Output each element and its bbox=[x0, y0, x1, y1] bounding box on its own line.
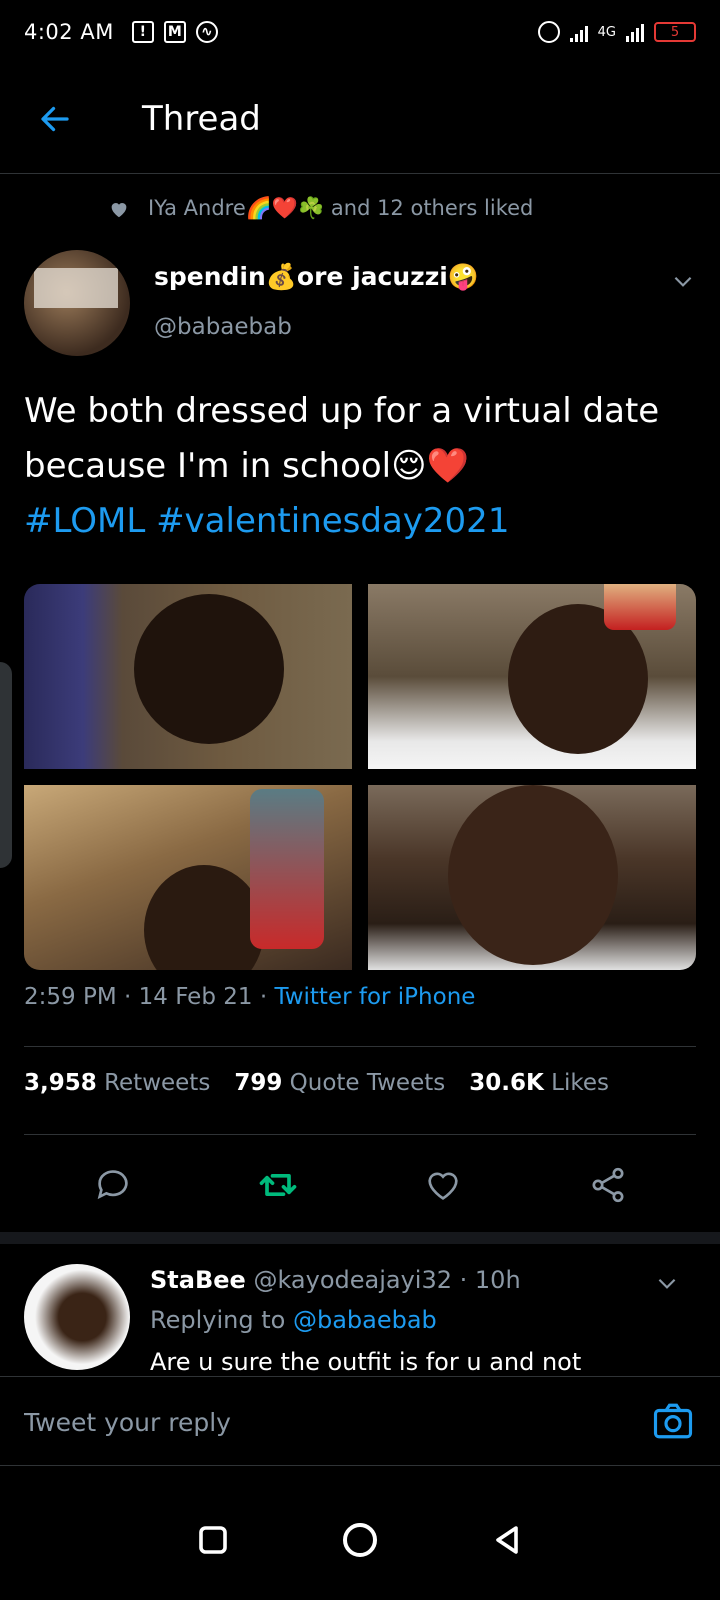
retweet-icon bbox=[259, 1174, 296, 1196]
retweet-button[interactable] bbox=[248, 1155, 308, 1215]
photo-2[interactable] bbox=[368, 584, 696, 769]
section-separator bbox=[0, 1232, 720, 1244]
likes-stat[interactable]: 30.6K Likes bbox=[469, 1070, 609, 1096]
liked-by-row[interactable]: IYa Andre🌈❤️☘️ and 12 others liked bbox=[108, 196, 533, 221]
tweet-stats: 3,958 Retweets 799 Quote Tweets 30.6K Li… bbox=[24, 1070, 609, 1096]
share-icon bbox=[592, 1167, 623, 1203]
retweets-stat[interactable]: 3,958 Retweets bbox=[24, 1070, 210, 1096]
battery-icon: 5 bbox=[654, 22, 696, 42]
network-type: 4G bbox=[597, 24, 616, 40]
tweet-meta: 2:59 PM · 14 Feb 21 · Twitter for iPhone bbox=[24, 984, 476, 1010]
reply-button[interactable] bbox=[83, 1155, 143, 1215]
home-button[interactable] bbox=[340, 1520, 380, 1560]
avatar[interactable] bbox=[24, 250, 130, 356]
liked-by-text: IYa Andre🌈❤️☘️ and 12 others liked bbox=[148, 196, 534, 220]
like-button[interactable] bbox=[413, 1155, 473, 1215]
tweet-date: 14 Feb 21 bbox=[138, 984, 253, 1010]
tweet-source[interactable]: Twitter for iPhone bbox=[274, 984, 475, 1010]
share-button[interactable] bbox=[578, 1155, 638, 1215]
back-button[interactable] bbox=[0, 64, 110, 174]
mail-icon: M bbox=[163, 21, 186, 43]
chevron-down-icon[interactable] bbox=[654, 1270, 680, 1296]
divider bbox=[24, 1046, 696, 1047]
replying-to: Replying to @babaebab bbox=[150, 1306, 437, 1334]
reply-text: Are u sure the outfit is for u and not bbox=[150, 1348, 582, 1376]
camera-icon[interactable] bbox=[652, 1401, 694, 1441]
alarm-icon bbox=[537, 21, 560, 43]
reply-tweet[interactable]: StaBee @kayodeajayi32 · 10h Replying to … bbox=[0, 1252, 720, 1376]
tweet-author: spendin💰ore jacuzzi🤪 @babaebab bbox=[24, 250, 696, 360]
author-name[interactable]: spendin💰ore jacuzzi🤪 bbox=[154, 262, 479, 292]
page-title: Thread bbox=[142, 98, 261, 139]
thread-header: Thread bbox=[0, 64, 720, 174]
edge-handle[interactable] bbox=[0, 662, 12, 868]
reply-icon bbox=[97, 1170, 128, 1200]
chevron-down-icon[interactable] bbox=[670, 268, 696, 294]
author-handle[interactable]: @babaebab bbox=[154, 314, 292, 340]
system-nav-bar bbox=[0, 1480, 720, 1600]
status-time: 4:02 AM bbox=[24, 20, 114, 44]
recents-button[interactable] bbox=[195, 1522, 231, 1558]
divider bbox=[24, 1134, 696, 1135]
avatar[interactable] bbox=[24, 1264, 130, 1370]
tweet-hashtags[interactable]: #LOML #valentinesday2021 bbox=[24, 501, 509, 541]
tweet-body: We both dressed up for a virtual date be… bbox=[24, 391, 660, 486]
reply-input[interactable] bbox=[24, 1397, 604, 1447]
media-grid bbox=[24, 584, 696, 970]
back-nav-button[interactable] bbox=[489, 1522, 525, 1558]
status-bar: 4:02 AM ! M ∿ 4G 5 bbox=[0, 0, 720, 64]
reply-author-name[interactable]: StaBee bbox=[150, 1266, 246, 1294]
wifi-signal-icon bbox=[569, 22, 588, 42]
tweet-actions bbox=[0, 1150, 720, 1220]
alert-icon: ! bbox=[131, 21, 154, 43]
heart-icon bbox=[111, 202, 127, 217]
photo-1[interactable] bbox=[24, 584, 352, 769]
system-icons: 4G 5 bbox=[537, 21, 696, 43]
cell-signal-icon bbox=[626, 22, 644, 42]
reply-header: StaBee @kayodeajayi32 · 10h bbox=[150, 1266, 521, 1294]
back-arrow-icon bbox=[41, 106, 69, 131]
tweet-text: We both dressed up for a virtual date be… bbox=[24, 384, 684, 549]
photo-3[interactable] bbox=[24, 785, 352, 970]
tweet-time: 2:59 PM bbox=[24, 984, 117, 1010]
photo-4[interactable] bbox=[368, 785, 696, 970]
like-icon bbox=[427, 1172, 458, 1200]
replying-to-mention[interactable]: @babaebab bbox=[293, 1306, 437, 1334]
app-notification-icon: ∿ bbox=[195, 21, 218, 43]
quote-tweets-stat[interactable]: 799 Quote Tweets bbox=[234, 1070, 445, 1096]
reply-author-handle[interactable]: @kayodeajayi32 bbox=[253, 1266, 452, 1294]
reply-composer bbox=[0, 1376, 720, 1466]
reply-time: 10h bbox=[474, 1266, 521, 1294]
notification-icons: ! M ∿ bbox=[131, 21, 218, 43]
